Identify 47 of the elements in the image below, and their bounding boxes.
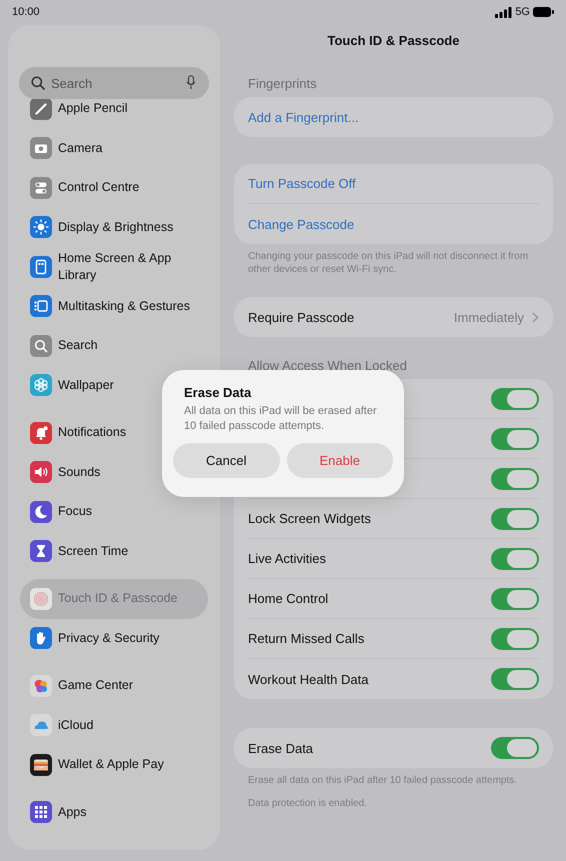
toggle-switch[interactable] bbox=[491, 588, 539, 610]
sidebar-item[interactable]: Display & Brightness bbox=[20, 208, 208, 247]
sidebar-item[interactable]: Home Screen & App Library bbox=[20, 247, 208, 286]
section-footer: Changing your passcode on this iPad will not disconnect it from other devices or reset Wi-Fi sync. bbox=[234, 244, 553, 280]
sidebar-item[interactable]: Search bbox=[20, 326, 208, 366]
row-label: Live Activities bbox=[248, 551, 328, 566]
row-label: Erase Data bbox=[248, 740, 314, 756]
status-time: 10:00 bbox=[12, 6, 40, 18]
toggle-switch[interactable] bbox=[491, 737, 539, 759]
sidebar-item[interactable]: Focus bbox=[20, 492, 208, 532]
toggle-switch[interactable] bbox=[491, 548, 539, 570]
sidebar-item[interactable]: Screen Time bbox=[20, 532, 208, 571]
section-footer: Erase all data on this iPad after 10 failed passcode attempts. bbox=[234, 768, 553, 791]
sidebar-item[interactable]: Control Centre bbox=[20, 168, 208, 208]
alert-title: Erase Data bbox=[183, 385, 252, 401]
chevron-icon bbox=[532, 312, 539, 322]
toggle-switch[interactable] bbox=[491, 468, 539, 490]
toggle-switch[interactable] bbox=[491, 508, 539, 530]
sidebar-item[interactable]: Multitasking & Gestures bbox=[20, 286, 208, 326]
section-footer: Data protection is enabled. bbox=[234, 791, 553, 814]
toggle-switch[interactable] bbox=[491, 668, 539, 690]
row-label: Home Control bbox=[248, 591, 330, 606]
sidebar-item[interactable]: Wallet & Apple Pay bbox=[20, 745, 208, 784]
row-label: Workout Health Data bbox=[248, 672, 370, 686]
cancel-button[interactable]: Cancel bbox=[173, 443, 280, 478]
toggle-switch[interactable] bbox=[491, 428, 539, 450]
search-field[interactable]: Search bbox=[19, 67, 209, 99]
sidebar-item[interactable]: Camera bbox=[20, 128, 208, 168]
page-title: Touch ID & Passcode bbox=[326, 32, 460, 50]
section-header: Allow Access When Locked bbox=[247, 358, 408, 374]
toggle-switch[interactable] bbox=[491, 628, 539, 650]
toggle-switch[interactable] bbox=[491, 388, 539, 410]
sidebar-item[interactable]: iCloud bbox=[20, 706, 208, 745]
network-label: 5G bbox=[515, 6, 530, 18]
sidebar-item[interactable]: Apple Pencil bbox=[20, 99, 208, 128]
row-label: Require Passcode bbox=[248, 310, 356, 324]
alert-message: All data on this iPad will be erased after 10 failed passcode attempts. bbox=[183, 404, 378, 434]
signal-icon bbox=[495, 6, 512, 18]
microphone-icon bbox=[186, 75, 196, 90]
row-label: Lock Screen Widgets bbox=[248, 511, 371, 526]
row-label: Return Missed Calls bbox=[248, 631, 366, 646]
sidebar-item[interactable]: Game Center bbox=[20, 666, 208, 706]
search-icon bbox=[31, 76, 45, 90]
battery-icon bbox=[533, 7, 554, 17]
sidebar-item[interactable]: Apps bbox=[20, 792, 208, 832]
sidebar-item[interactable]: Privacy & Security bbox=[20, 618, 208, 658]
section-header: Fingerprints bbox=[247, 76, 318, 92]
